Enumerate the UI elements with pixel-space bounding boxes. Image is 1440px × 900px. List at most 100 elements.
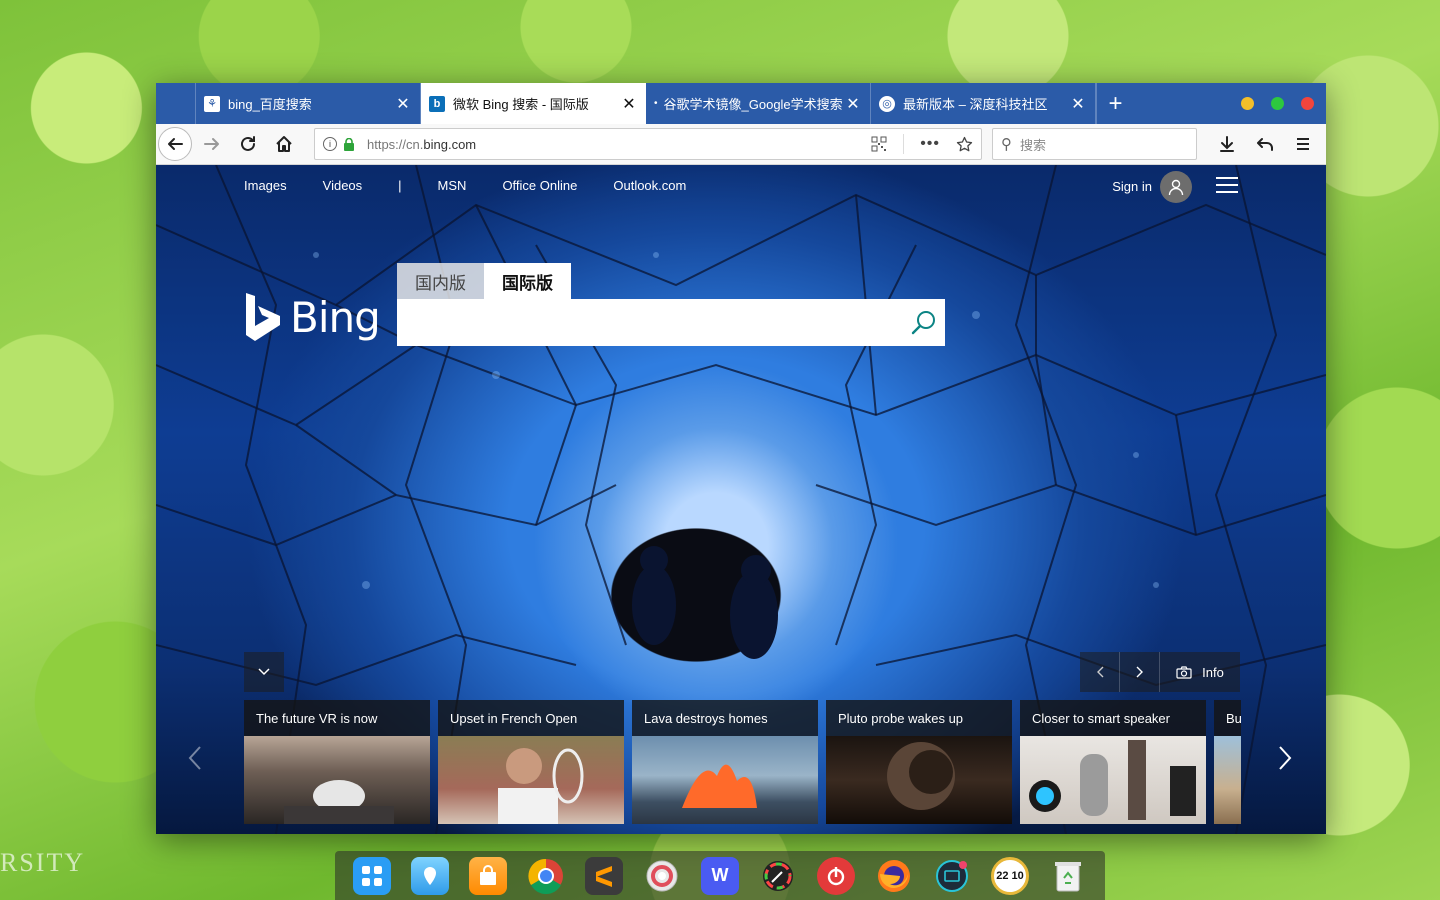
- nav-link-videos[interactable]: Videos: [323, 178, 363, 193]
- arrow-right-icon: [204, 138, 219, 150]
- search-bar-placeholder: 搜索: [1020, 137, 1047, 153]
- close-icon[interactable]: ✕: [620, 94, 638, 114]
- search-bar[interactable]: ⚲ 搜索: [992, 128, 1197, 160]
- forward-button[interactable]: [194, 126, 230, 162]
- image-info-button[interactable]: Info: [1160, 652, 1240, 692]
- undo-button[interactable]: [1246, 126, 1284, 162]
- news-card[interactable]: Bu: [1214, 700, 1241, 824]
- browser-window: ⚘ bing_百度搜索 ✕ b 微软 Bing 搜索 - 国际版 ✕ • 谷歌学…: [156, 83, 1326, 834]
- new-tab-button[interactable]: +: [1096, 83, 1134, 124]
- minimize-button[interactable]: [1241, 97, 1254, 110]
- url-host: bing.com: [423, 136, 477, 152]
- chrome-icon[interactable]: [527, 857, 565, 895]
- carousel-previous-button[interactable]: [188, 745, 202, 779]
- app-store-icon[interactable]: [469, 856, 507, 895]
- next-image-button[interactable]: [1120, 652, 1160, 692]
- bing-menu-icon[interactable]: [1216, 177, 1238, 198]
- navigation-toolbar: i https://cn. bing.com ••• ⚲ 搜索: [156, 124, 1326, 165]
- camera-icon: [1176, 665, 1192, 679]
- close-window-button[interactable]: [1301, 97, 1314, 110]
- tab-bing[interactable]: b 微软 Bing 搜索 - 国际版 ✕: [421, 83, 646, 124]
- more-actions-icon[interactable]: •••: [920, 135, 940, 153]
- address-bar[interactable]: i https://cn. bing.com •••: [314, 128, 982, 160]
- bing-logo-text: Bing: [290, 292, 381, 342]
- home-icon: [276, 136, 292, 152]
- file-manager-icon[interactable]: [411, 856, 449, 895]
- user-icon: [1168, 179, 1184, 196]
- tab-domestic[interactable]: 国内版: [397, 263, 484, 299]
- sublime-text-icon[interactable]: [585, 856, 623, 895]
- undo-icon: [1257, 138, 1273, 151]
- tab-google-scholar[interactable]: • 谷歌学术镜像_Google学术搜索 ✕: [646, 83, 871, 124]
- menu-button[interactable]: [1284, 126, 1322, 162]
- search-icon[interactable]: [911, 309, 937, 335]
- tab-title: 微软 Bing 搜索 - 国际版: [453, 97, 589, 112]
- bing-search-input[interactable]: [397, 299, 887, 344]
- tab-deepin[interactable]: ◎ 最新版本 – 深度科技社区 ✕: [871, 83, 1096, 124]
- reload-button[interactable]: [230, 126, 266, 162]
- tab-bar-lead: [156, 83, 196, 124]
- nav-link-images[interactable]: Images: [244, 178, 287, 193]
- close-icon[interactable]: ✕: [844, 94, 862, 114]
- news-card-caption: Lava destroys homes: [632, 700, 818, 736]
- news-card[interactable]: Upset in French Open: [438, 700, 624, 824]
- nav-link-office-online[interactable]: Office Online: [502, 178, 577, 193]
- chevron-right-icon: [1136, 666, 1143, 678]
- sign-in-link[interactable]: Sign in: [1112, 179, 1152, 194]
- netease-music-icon[interactable]: [817, 856, 855, 895]
- search-region-tabs: 国内版 国际版: [397, 263, 571, 299]
- settings-icon[interactable]: [643, 857, 681, 895]
- trash-icon[interactable]: [1049, 857, 1087, 895]
- chevron-left-icon: [188, 746, 201, 770]
- maximize-button[interactable]: [1271, 97, 1284, 110]
- nav-link-outlook[interactable]: Outlook.com: [613, 178, 686, 193]
- news-card-thumbnail: [244, 736, 430, 824]
- avatar[interactable]: [1160, 171, 1192, 203]
- news-card-caption: Closer to smart speaker: [1020, 700, 1206, 736]
- tab-international[interactable]: 国际版: [484, 263, 571, 299]
- taskbar-dock: W 22 10: [335, 851, 1105, 900]
- star-icon[interactable]: [956, 136, 973, 153]
- news-card[interactable]: The future VR is now: [244, 700, 430, 824]
- arrow-left-icon: [168, 138, 183, 150]
- previous-image-button[interactable]: [1080, 652, 1120, 692]
- baidu-icon: ⚘: [204, 95, 220, 112]
- news-card[interactable]: Pluto probe wakes up: [826, 700, 1012, 824]
- close-icon[interactable]: ✕: [1069, 94, 1087, 114]
- downloads-button[interactable]: [1208, 126, 1246, 162]
- search-icon: ⚲: [1001, 136, 1012, 153]
- back-button[interactable]: [158, 127, 192, 161]
- launcher-icon[interactable]: [353, 856, 391, 895]
- image-controls: Info: [1080, 652, 1240, 692]
- qr-code-icon[interactable]: [871, 136, 887, 152]
- color-picker-icon[interactable]: [759, 857, 797, 895]
- lock-icon[interactable]: [343, 137, 355, 151]
- nav-link-msn[interactable]: MSN: [438, 178, 467, 193]
- tab-baidu[interactable]: ⚘ bing_百度搜索 ✕: [196, 83, 421, 124]
- close-icon[interactable]: ✕: [394, 94, 412, 114]
- info-icon[interactable]: i: [323, 137, 337, 151]
- screen-recorder-icon[interactable]: [933, 857, 971, 895]
- news-card-thumbnail: [632, 736, 818, 824]
- chevron-down-icon: [258, 668, 270, 676]
- news-card[interactable]: Closer to smart speaker: [1020, 700, 1206, 824]
- news-card-caption: The future VR is now: [244, 700, 430, 736]
- news-card[interactable]: Lava destroys homes: [632, 700, 818, 824]
- home-button[interactable]: [266, 126, 302, 162]
- collapse-button[interactable]: [244, 652, 284, 692]
- news-card-thumbnail: [438, 736, 624, 824]
- download-icon: [1220, 136, 1234, 152]
- bing-logo[interactable]: Bing: [244, 291, 381, 343]
- firefox-icon[interactable]: [875, 857, 913, 895]
- dot-icon: •: [654, 98, 658, 109]
- tab-title: bing_百度搜索: [228, 97, 312, 112]
- bing-homepage: Images Videos | MSN Office Online Outloo…: [156, 165, 1326, 834]
- clock-icon[interactable]: 22 10: [991, 856, 1029, 895]
- news-card-thumbnail: [826, 736, 1012, 824]
- carousel-next-button[interactable]: [1278, 745, 1292, 779]
- deepin-icon: ◎: [879, 95, 895, 112]
- hamburger-icon: [1297, 138, 1309, 150]
- news-carousel: The future VR is now Upset in French Ope…: [244, 700, 1241, 824]
- wps-writer-icon[interactable]: W: [701, 856, 739, 895]
- news-card-thumbnail: [1020, 736, 1206, 824]
